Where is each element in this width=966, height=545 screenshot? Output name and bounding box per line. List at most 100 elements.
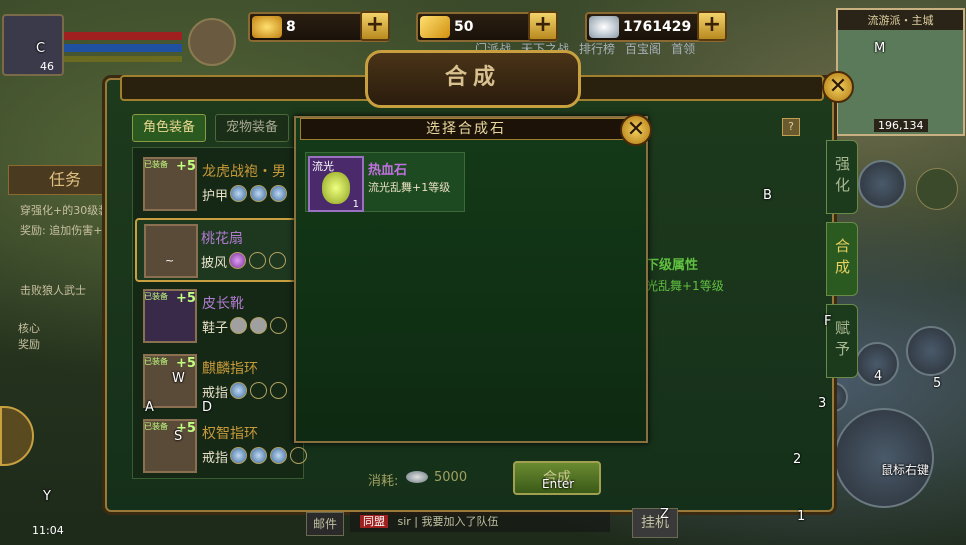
gold-ingot-icon (252, 16, 282, 38)
quest-label: 任务 (48, 170, 81, 189)
pet-portrait[interactable] (188, 18, 236, 66)
list-item[interactable]: 已装备 +5 龙虎战袍・男 护甲 (138, 153, 308, 213)
item-slot: 鞋子 (202, 321, 229, 336)
gem-icon (230, 185, 247, 202)
tab-synthesize[interactable]: 合成 (826, 222, 858, 296)
chat-text: sir | 我要加入了队伍 (397, 515, 499, 528)
item-level: +5 (176, 291, 196, 306)
chat-bar[interactable]: 同盟 sir | 我要加入了队伍 (350, 512, 610, 532)
list-item[interactable]: 已装备 +5 皮长靴 鞋子 (138, 285, 308, 345)
quest-text-3: 击败狼人武士 (20, 284, 86, 297)
gem-slots (230, 317, 287, 334)
cost-label: 消耗: (368, 474, 399, 489)
nav-boss[interactable]: 首领 (671, 40, 695, 57)
key-hint-w: W (172, 371, 185, 386)
empty-gem-slot (249, 252, 266, 269)
popup-close-button[interactable]: ✕ (620, 114, 652, 146)
gem-icon (250, 317, 267, 334)
silver-add-button[interactable]: + (697, 11, 727, 41)
auto-battle-button[interactable]: 挂机 (632, 508, 678, 538)
minimap[interactable]: 流游派・主城 196,134 (836, 8, 965, 136)
key-hint-s: S (174, 429, 183, 444)
gem-icon (230, 447, 247, 464)
equipped-badge: 已装备 (144, 422, 168, 431)
chat-channel-tag: 同盟 (360, 515, 388, 528)
panel-close-button[interactable]: ✕ (822, 71, 854, 103)
gem-icon (270, 185, 287, 202)
item-level: +5 (176, 356, 196, 371)
equipped-badge: 已装备 (144, 292, 168, 301)
stone-desc: 流光乱舞+1等级 (368, 181, 451, 194)
silver-cost-icon (406, 471, 428, 483)
blood-stone-gem-icon (322, 172, 350, 204)
gem-icon (229, 252, 246, 269)
equipped-badge: 已装备 (144, 357, 168, 366)
cost-value: 5000 (434, 470, 468, 485)
next-attr-value: 光乱舞+1等级 (646, 279, 724, 293)
attack-button[interactable] (834, 408, 934, 508)
minimap-coords: 196,134 (874, 119, 928, 132)
key-hint-4: 4 (874, 369, 883, 384)
tab-role-equipment[interactable]: 角色装备 (132, 114, 207, 142)
mount-icon[interactable] (858, 160, 906, 208)
empty-gem-slot (270, 317, 287, 334)
item-name: 龙虎战袍・男 (202, 164, 286, 180)
gold-bar-value: 50 (454, 19, 474, 35)
list-item[interactable]: 已装备 +5 权智指环 戒指 (138, 415, 308, 475)
gem-slots (230, 447, 307, 464)
empty-gem-slot (250, 382, 267, 399)
player-avatar[interactable] (2, 14, 64, 76)
help-icon[interactable]: ? (782, 118, 800, 136)
silver-icon (589, 16, 619, 38)
key-hint-d: D (202, 400, 213, 415)
item-slot: 披风 (201, 256, 228, 271)
exp-bar (64, 56, 182, 62)
gem-slots (230, 382, 287, 399)
hp-bar (64, 32, 182, 40)
empty-gem-slot (269, 252, 286, 269)
list-item[interactable]: 已装备 +5 麒麟指环 戒指 (138, 350, 308, 410)
gem-slots (229, 252, 286, 269)
item-name: 麒麟指环 (202, 361, 258, 377)
gem-icon (230, 317, 247, 334)
key-hint-2: 2 (793, 452, 802, 467)
player-level: 46 (40, 60, 54, 73)
empty-gem-slot (290, 447, 307, 464)
item-slot: 护甲 (202, 189, 229, 204)
key-hint-m: M (874, 41, 886, 56)
tab-strengthen[interactable]: 强化 (826, 140, 858, 214)
key-hint-c: C (36, 41, 46, 56)
list-item-selected[interactable]: ~ 桃花扇 披风 (135, 218, 309, 282)
item-name: 皮长靴 (202, 296, 244, 312)
key-hint-b: B (763, 188, 772, 203)
key-hint-a: A (145, 400, 154, 415)
stone-list-item[interactable]: 流光 1 热血石 流光乱舞+1等级 (305, 152, 465, 212)
mail-button[interactable]: 邮件 (306, 512, 344, 536)
gold-bar-add-button[interactable]: + (528, 11, 558, 41)
nav-treasure[interactable]: 百宝阁 (625, 40, 661, 57)
fan-item-icon (144, 224, 198, 278)
item-level: +5 (176, 159, 196, 174)
key-hint-3: 3 (818, 396, 827, 411)
gold-ingot-counter: 8 + (248, 11, 390, 42)
gem-icon (250, 185, 267, 202)
gem-icon (230, 382, 247, 399)
item-name: 桃花扇 (201, 231, 243, 247)
tab-pet-equipment[interactable]: 宠物装备 (215, 114, 290, 142)
key-hint-1: 1 (797, 509, 806, 524)
panel-title: 合成 (365, 50, 581, 108)
next-attr-label: 下级属性 (646, 258, 699, 273)
menu-grid-icon[interactable] (916, 168, 958, 210)
gem-icon (250, 447, 267, 464)
skill-5-icon[interactable] (906, 326, 956, 376)
popup-title: 选择合成石 (300, 118, 632, 140)
empty-gem-slot (270, 382, 287, 399)
equipped-badge: 已装备 (144, 160, 168, 169)
nav-rank[interactable]: 排行榜 (579, 40, 615, 57)
key-hint-right-click: 鼠标右键 (881, 463, 930, 477)
gem-slots (230, 185, 287, 202)
gold-ingot-add-button[interactable]: + (360, 11, 390, 41)
key-hint-enter: Enter (542, 477, 575, 491)
quest-text-1: 穿强化+的30级装 (20, 204, 110, 217)
mp-bar (64, 44, 182, 52)
